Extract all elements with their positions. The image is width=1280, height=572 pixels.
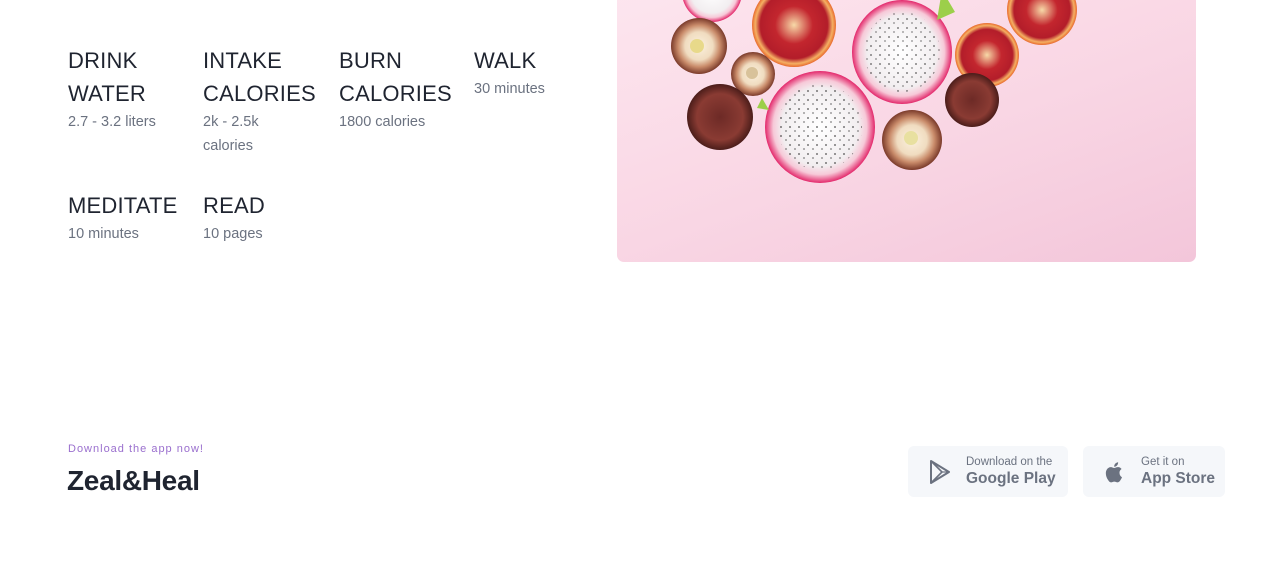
app-store-button[interactable]: Get it on App Store: [1083, 446, 1225, 497]
goal-title: WALK: [474, 48, 537, 73]
goal-title: INTAKE CALORIES: [203, 48, 316, 106]
goal-title: MEDITATE: [68, 193, 178, 218]
apple-icon: [1101, 458, 1129, 486]
download-tagline: Download the app now!: [68, 443, 204, 455]
goal-subtitle: 10 minutes: [68, 226, 139, 242]
goal-walk: WALK 30 minutes: [474, 44, 604, 101]
goal-title: READ: [203, 193, 265, 218]
app-store-small-label: Get it on: [1141, 455, 1185, 468]
app-store-label: App Store: [1141, 469, 1216, 487]
app-store-labels: Get it on App Store: [1141, 455, 1215, 489]
google-play-label: Google Play: [966, 469, 1056, 487]
goal-subtitle: 30 minutes: [474, 81, 545, 97]
goal-subtitle: 2.7 - 3.2 liters: [68, 114, 156, 130]
goal-subtitle: 2k - 2.5k calories: [203, 114, 259, 154]
google-play-button[interactable]: Download on the Google Play: [908, 446, 1068, 497]
goal-subtitle: 10 pages: [203, 226, 263, 242]
play-store-icon: [926, 458, 954, 486]
goal-intake-calories: INTAKE CALORIES 2k - 2.5k calories: [203, 44, 333, 158]
google-play-labels: Download on the Google Play: [966, 455, 1056, 489]
goal-meditate: MEDITATE 10 minutes: [68, 189, 198, 246]
goal-title: DRINK WATER: [68, 48, 146, 106]
goal-drink-water: DRINK WATER 2.7 - 3.2 liters: [68, 44, 198, 134]
fruit-illustration: [671, 0, 1077, 183]
fruit-hero-image: [617, 0, 1196, 262]
brand-name: Zeal&Heal: [67, 465, 200, 496]
google-play-small-label: Download on the: [966, 455, 1053, 468]
goal-title: BURN CALORIES: [339, 48, 452, 106]
goal-subtitle: 1800 calories: [339, 114, 426, 130]
goal-read: READ 10 pages: [203, 189, 333, 246]
goal-burn-calories: BURN CALORIES 1800 calories: [339, 44, 469, 134]
